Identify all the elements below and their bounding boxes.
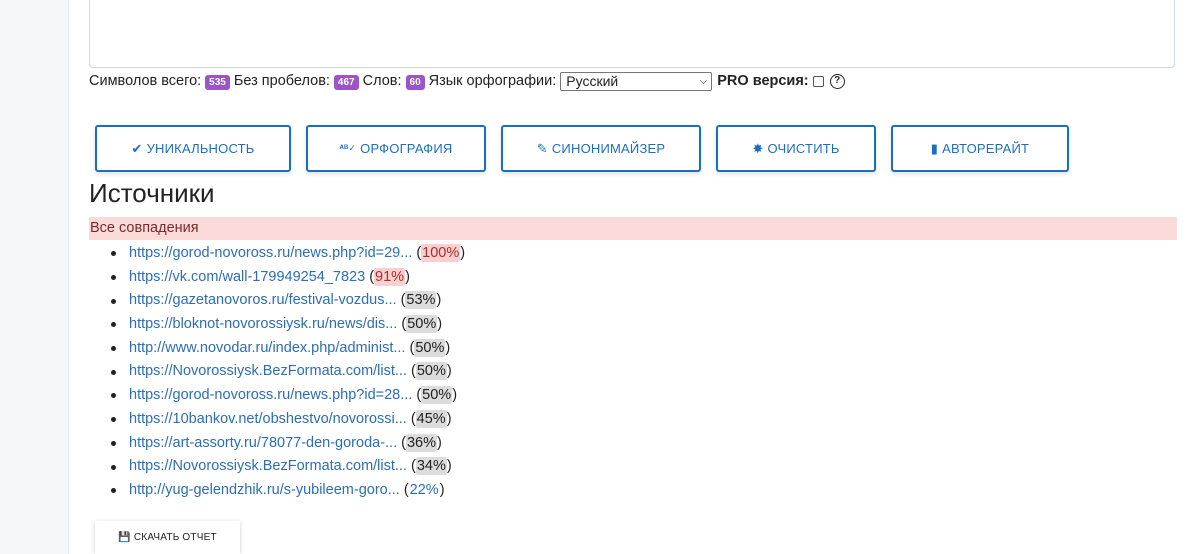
source-link[interactable]: https://gorod-novoross.ru/news.php?id=29… <box>129 242 412 266</box>
chevron-down-icon: ⌵ <box>699 75 708 87</box>
source-item: https://10bankov.net/obshestvo/novorossi… <box>111 408 465 432</box>
download-report-button[interactable]: 💾 СКАЧАТЬ ОТЧЕТ <box>95 521 240 554</box>
source-item: https://Novorossiysk.BezFormata.com/list… <box>111 455 465 479</box>
source-percent: (45%) <box>410 409 452 428</box>
source-percent-value: 22% <box>409 481 439 498</box>
document-icon: ▮ <box>930 140 939 156</box>
bullet-icon <box>111 440 116 446</box>
source-link[interactable]: http://www.novodar.ru/index.php/administ… <box>129 337 405 361</box>
source-link[interactable]: https://Novorossiysk.BezFormata.com/list… <box>129 455 407 479</box>
source-percent: (34%) <box>411 457 452 476</box>
source-link[interactable]: https://gazetanovoros.ru/festival-vozdus… <box>129 289 397 313</box>
source-link[interactable]: https://bloknot-novorossiysk.ru/news/dis… <box>129 313 397 337</box>
sources-heading: Источники <box>89 178 215 208</box>
source-link[interactable]: https://Novorossiysk.BezFormata.com/list… <box>129 360 407 384</box>
source-link[interactable]: https://gorod-novoross.ru/news.php?id=28… <box>129 384 412 408</box>
source-percent: (50%) <box>411 362 452 381</box>
spelling-button[interactable]: ᴬᴮ✓ ОРФОГРАФИЯ <box>306 125 486 172</box>
help-icon[interactable]: ? <box>829 73 845 89</box>
source-percent-value: 50% <box>406 315 438 334</box>
save-icon: 💾 <box>118 532 131 543</box>
spelling-language-value: Русский <box>566 73 619 89</box>
bullet-icon <box>111 488 116 494</box>
clear-button[interactable]: ✸ ОЧИСТИТЬ <box>716 125 876 172</box>
bullet-icon <box>111 464 116 470</box>
uniqueness-button-label: УНИКАЛЬНОСТЬ <box>146 141 255 156</box>
download-report-label: СКАЧАТЬ ОТЧЕТ <box>133 532 217 543</box>
all-matches-tab[interactable]: Все совпадения <box>89 217 1177 240</box>
bullet-icon <box>111 369 116 375</box>
spelling-button-label: ОРФОГРАФИЯ <box>360 141 453 156</box>
source-percent: (50%) <box>401 315 443 334</box>
source-percent: (50%) <box>409 338 451 357</box>
spelling-language-label: Язык орфографии: <box>428 73 557 89</box>
source-percent: (22%) <box>403 481 445 498</box>
source-percent: (53%) <box>400 291 442 310</box>
chars-total-badge: 535 <box>205 74 230 90</box>
autorewrite-button-label: АВТОРЕРАЙТ <box>942 141 1030 156</box>
bullet-icon <box>111 417 116 423</box>
autorewrite-button[interactable]: ▮ АВТОРЕРАЙТ <box>891 125 1069 172</box>
source-item: https://bloknot-novorossiysk.ru/news/dis… <box>111 313 465 337</box>
text-input-area[interactable] <box>89 0 1175 68</box>
source-percent-value: 36% <box>405 433 437 452</box>
source-percent-value: 50% <box>414 338 446 357</box>
source-item: https://gorod-novoross.ru/news.php?id=29… <box>111 242 465 266</box>
source-percent: (100%) <box>416 244 466 262</box>
clear-button-label: ОЧИСТИТЬ <box>767 141 840 156</box>
source-link[interactable]: https://art-assorty.ru/78077-den-goroda-… <box>129 432 397 456</box>
source-item: https://vk.com/wall-179949254_7823 (91%) <box>111 266 465 290</box>
bullet-icon <box>111 251 116 257</box>
source-percent: (91%) <box>369 267 410 286</box>
synonymizer-button[interactable]: ✎ СИНОНИМАЙЗЕР <box>501 125 701 172</box>
source-percent-value: 34% <box>415 457 447 476</box>
spelling-language-select[interactable]: Русский ⌵ <box>560 71 713 91</box>
chars-total-label: Символов всего: <box>89 73 202 89</box>
words-badge: 60 <box>405 74 425 90</box>
source-link[interactable]: http://yug-gelendzhik.ru/s-yubileem-goro… <box>129 479 400 503</box>
source-item: https://gorod-novoross.ru/news.php?id=28… <box>111 384 465 408</box>
source-percent: (50%) <box>416 386 458 405</box>
no-spaces-badge: 467 <box>333 74 359 90</box>
pro-version-label: PRO версия: <box>717 73 809 89</box>
bullet-icon <box>111 298 116 304</box>
bullet-icon <box>111 275 116 281</box>
uniqueness-button[interactable]: ✔ УНИКАЛЬНОСТЬ <box>95 125 291 172</box>
text-stats-bar: Символов всего: 535 Без пробелов: 467 Сл… <box>89 71 845 91</box>
source-percent-value: 50% <box>421 386 453 405</box>
no-spaces-label: Без пробелов: <box>233 73 330 89</box>
source-item: https://art-assorty.ru/78077-den-goroda-… <box>111 432 465 456</box>
spellcheck-icon: ᴬᴮ✓ <box>339 143 357 153</box>
bullet-icon <box>111 322 116 328</box>
source-percent-value: 53% <box>405 291 437 310</box>
source-item: http://yug-gelendzhik.ru/s-yubileem-goro… <box>111 479 465 503</box>
words-label: Слов: <box>362 73 402 89</box>
source-percent-value: 45% <box>415 409 447 428</box>
source-percent-value: 50% <box>415 362 447 381</box>
source-percent: (36%) <box>401 433 442 452</box>
bullet-icon <box>111 346 116 352</box>
pen-icon: ✎ <box>536 140 548 156</box>
double-check-icon: ✔ <box>131 140 143 156</box>
pro-version-checkbox[interactable] <box>812 75 824 87</box>
source-percent-value: 91% <box>374 267 406 286</box>
source-item: https://Novorossiysk.BezFormata.com/list… <box>111 360 465 384</box>
source-link[interactable]: https://10bankov.net/obshestvo/novorossi… <box>129 408 407 432</box>
source-item: http://www.novodar.ru/index.php/administ… <box>111 337 465 361</box>
source-link[interactable]: https://vk.com/wall-179949254_7823 <box>129 266 365 290</box>
sources-list: https://gorod-novoross.ru/news.php?id=29… <box>111 242 465 503</box>
source-item: https://gazetanovoros.ru/festival-vozdus… <box>111 289 465 313</box>
synonymizer-button-label: СИНОНИМАЙЗЕР <box>551 141 666 156</box>
broom-icon: ✸ <box>752 140 764 156</box>
source-percent-value: 100% <box>421 244 461 262</box>
bullet-icon <box>111 393 116 399</box>
